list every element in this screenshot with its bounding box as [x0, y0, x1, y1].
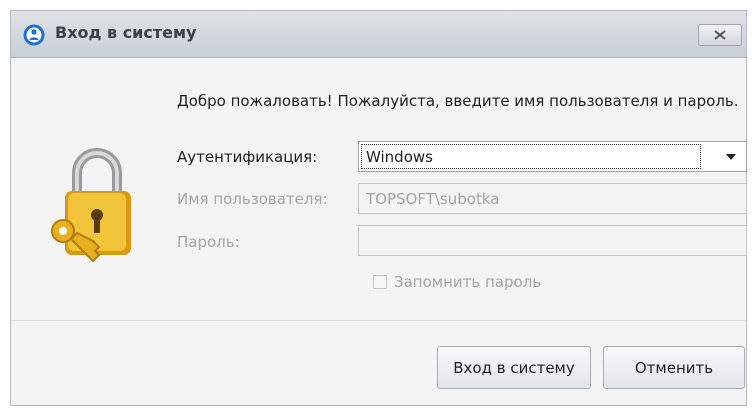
auth-select-value: Windows [366, 148, 433, 166]
username-value: TOPSOFT\subotka [366, 190, 500, 208]
window-title: Вход в систему [55, 23, 197, 42]
auth-label: Аутентификация: [177, 148, 318, 166]
close-button[interactable] [698, 24, 742, 46]
remember-password-label: Запомнить пароль [394, 273, 542, 291]
login-dialog: Вход в систему Добро пожаловать! Пожалуй… [10, 10, 747, 406]
login-button[interactable]: Вход в систему [437, 346, 591, 389]
user-login-icon [23, 24, 45, 46]
auth-select[interactable]: Windows [358, 141, 747, 172]
close-icon [714, 30, 726, 40]
padlock-with-key-icon [51, 148, 131, 263]
footer-separator [11, 320, 746, 321]
auth-select-focus: Windows [361, 144, 701, 169]
welcome-message: Добро пожаловать! Пожалуйста, введите им… [177, 92, 739, 110]
password-label: Пароль: [177, 233, 240, 251]
title-bar[interactable]: Вход в систему [11, 11, 746, 58]
username-field[interactable]: TOPSOFT\subotka [358, 183, 747, 214]
username-label: Имя пользователя: [177, 190, 328, 208]
remember-password-checkbox[interactable] [373, 275, 387, 289]
password-field[interactable] [358, 225, 747, 256]
dropdown-arrow-icon[interactable] [715, 142, 746, 171]
cancel-button[interactable]: Отменить [603, 346, 745, 389]
